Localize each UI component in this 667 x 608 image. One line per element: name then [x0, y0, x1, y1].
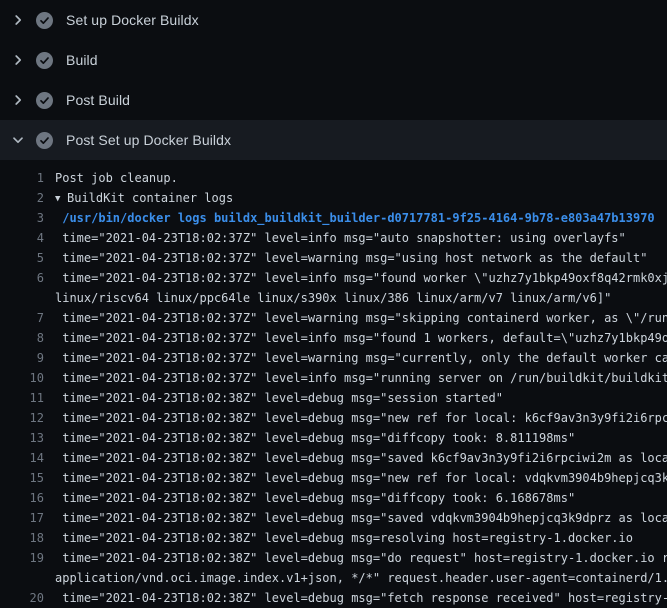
log-row: 16 time="2021-04-23T18:02:38Z" level=deb…	[0, 488, 667, 508]
step-label: Post Build	[66, 92, 130, 108]
log-row: 19 time="2021-04-23T18:02:38Z" level=deb…	[0, 548, 667, 568]
chevron-right-icon	[10, 92, 26, 108]
group-title[interactable]: BuildKit container logs	[67, 191, 233, 205]
log-command-text: /usr/bin/docker logs buildx_buildkit_bui…	[55, 208, 667, 228]
line-number[interactable]: 3	[0, 208, 44, 228]
log-text: time="2021-04-23T18:02:38Z" level=debug …	[55, 528, 667, 548]
line-number[interactable]: 13	[0, 428, 44, 448]
check-circle-icon	[36, 12, 53, 29]
chevron-right-icon	[10, 12, 26, 28]
line-number[interactable]: 15	[0, 468, 44, 488]
check-circle-icon	[36, 52, 53, 69]
log-text: Post job cleanup.	[55, 168, 667, 188]
log-row: 20 time="2021-04-23T18:02:38Z" level=deb…	[0, 588, 667, 608]
log-text: time="2021-04-23T18:02:38Z" level=debug …	[55, 388, 667, 408]
group-toggle-icon[interactable]: ▼	[55, 189, 67, 209]
log-row: 11 time="2021-04-23T18:02:38Z" level=deb…	[0, 388, 667, 408]
step-header-build[interactable]: Build	[0, 40, 667, 80]
step-label: Set up Docker Buildx	[66, 12, 199, 28]
log-text: ▼BuildKit container logs	[55, 188, 667, 208]
line-number[interactable]: 20	[0, 588, 44, 608]
line-number[interactable]: 2	[0, 188, 44, 208]
log-area: 1 Post job cleanup. 2 ▼BuildKit container l…	[0, 160, 667, 608]
log-text: time="2021-04-23T18:02:38Z" level=debug …	[55, 408, 667, 428]
line-number[interactable]: 8	[0, 328, 44, 348]
log-text: time="2021-04-23T18:02:37Z" level=warnin…	[55, 248, 667, 268]
log-text: time="2021-04-23T18:02:38Z" level=debug …	[55, 468, 667, 488]
log-row: 4 time="2021-04-23T18:02:37Z" level=info…	[0, 228, 667, 248]
log-text: time="2021-04-23T18:02:37Z" level=info m…	[55, 268, 667, 288]
log-text: time="2021-04-23T18:02:37Z" level=info m…	[55, 228, 667, 248]
log-row: 2 ▼BuildKit container logs	[0, 188, 667, 208]
line-number[interactable]: 6	[0, 268, 44, 288]
log-row: linux/riscv64 linux/ppc64le linux/s390x …	[0, 288, 667, 308]
log-row: 8 time="2021-04-23T18:02:37Z" level=info…	[0, 328, 667, 348]
log-row: 6 time="2021-04-23T18:02:37Z" level=info…	[0, 268, 667, 288]
log-text: time="2021-04-23T18:02:37Z" level=info m…	[55, 368, 667, 388]
step-label: Build	[66, 52, 98, 68]
chevron-down-icon	[10, 132, 26, 148]
log-text: time="2021-04-23T18:02:38Z" level=debug …	[55, 548, 667, 568]
line-number[interactable]: 5	[0, 248, 44, 268]
log-text: time="2021-04-23T18:02:38Z" level=debug …	[55, 508, 667, 528]
log-text: linux/riscv64 linux/ppc64le linux/s390x …	[55, 288, 667, 308]
log-text: time="2021-04-23T18:02:38Z" level=debug …	[55, 448, 667, 468]
line-number[interactable]: 7	[0, 308, 44, 328]
log-text: time="2021-04-23T18:02:37Z" level=info m…	[55, 328, 667, 348]
line-number[interactable]: 14	[0, 448, 44, 468]
log-text: application/vnd.oci.image.index.v1+json,…	[55, 568, 667, 588]
step-header-post-build[interactable]: Post Build	[0, 80, 667, 120]
log-row: 10 time="2021-04-23T18:02:37Z" level=inf…	[0, 368, 667, 388]
log-row: 9 time="2021-04-23T18:02:37Z" level=warn…	[0, 348, 667, 368]
step-label: Post Set up Docker Buildx	[66, 132, 231, 148]
log-text: time="2021-04-23T18:02:37Z" level=warnin…	[55, 348, 667, 368]
line-number[interactable]: 19	[0, 548, 44, 568]
log-row: 3 /usr/bin/docker logs buildx_buildkit_b…	[0, 208, 667, 228]
line-number[interactable]: 11	[0, 388, 44, 408]
check-circle-icon	[36, 132, 53, 149]
step-header-set-up-docker-buildx[interactable]: Set up Docker Buildx	[0, 0, 667, 40]
log-row: 12 time="2021-04-23T18:02:38Z" level=deb…	[0, 408, 667, 428]
line-number[interactable]: 1	[0, 168, 44, 188]
log-row: 17 time="2021-04-23T18:02:38Z" level=deb…	[0, 508, 667, 528]
log-row: application/vnd.oci.image.index.v1+json,…	[0, 568, 667, 588]
step-header-post-set-up-docker-buildx[interactable]: Post Set up Docker Buildx	[0, 120, 667, 160]
check-circle-icon	[36, 92, 53, 109]
log-row: 13 time="2021-04-23T18:02:38Z" level=deb…	[0, 428, 667, 448]
log-text: time="2021-04-23T18:02:38Z" level=debug …	[55, 488, 667, 508]
line-number[interactable]: 18	[0, 528, 44, 548]
log-text: time="2021-04-23T18:02:38Z" level=debug …	[55, 428, 667, 448]
line-number[interactable]: 12	[0, 408, 44, 428]
log-row: 5 time="2021-04-23T18:02:37Z" level=warn…	[0, 248, 667, 268]
actions-log-viewer: Set up Docker Buildx Build Post Build Post …	[0, 0, 667, 608]
line-number[interactable]: 16	[0, 488, 44, 508]
log-text: time="2021-04-23T18:02:38Z" level=debug …	[55, 588, 667, 608]
log-row: 1 Post job cleanup.	[0, 168, 667, 188]
steps-list: Set up Docker Buildx Build Post Build Post …	[0, 0, 667, 160]
line-number[interactable]: 9	[0, 348, 44, 368]
line-number	[0, 288, 44, 308]
log-row: 18 time="2021-04-23T18:02:38Z" level=deb…	[0, 528, 667, 548]
line-number[interactable]: 4	[0, 228, 44, 248]
log-row: 7 time="2021-04-23T18:02:37Z" level=warn…	[0, 308, 667, 328]
log-row: 15 time="2021-04-23T18:02:38Z" level=deb…	[0, 468, 667, 488]
log-row: 14 time="2021-04-23T18:02:38Z" level=deb…	[0, 448, 667, 468]
log-text: time="2021-04-23T18:02:37Z" level=warnin…	[55, 308, 667, 328]
line-number[interactable]: 10	[0, 368, 44, 388]
line-number[interactable]: 17	[0, 508, 44, 528]
chevron-right-icon	[10, 52, 26, 68]
line-number	[0, 568, 44, 588]
